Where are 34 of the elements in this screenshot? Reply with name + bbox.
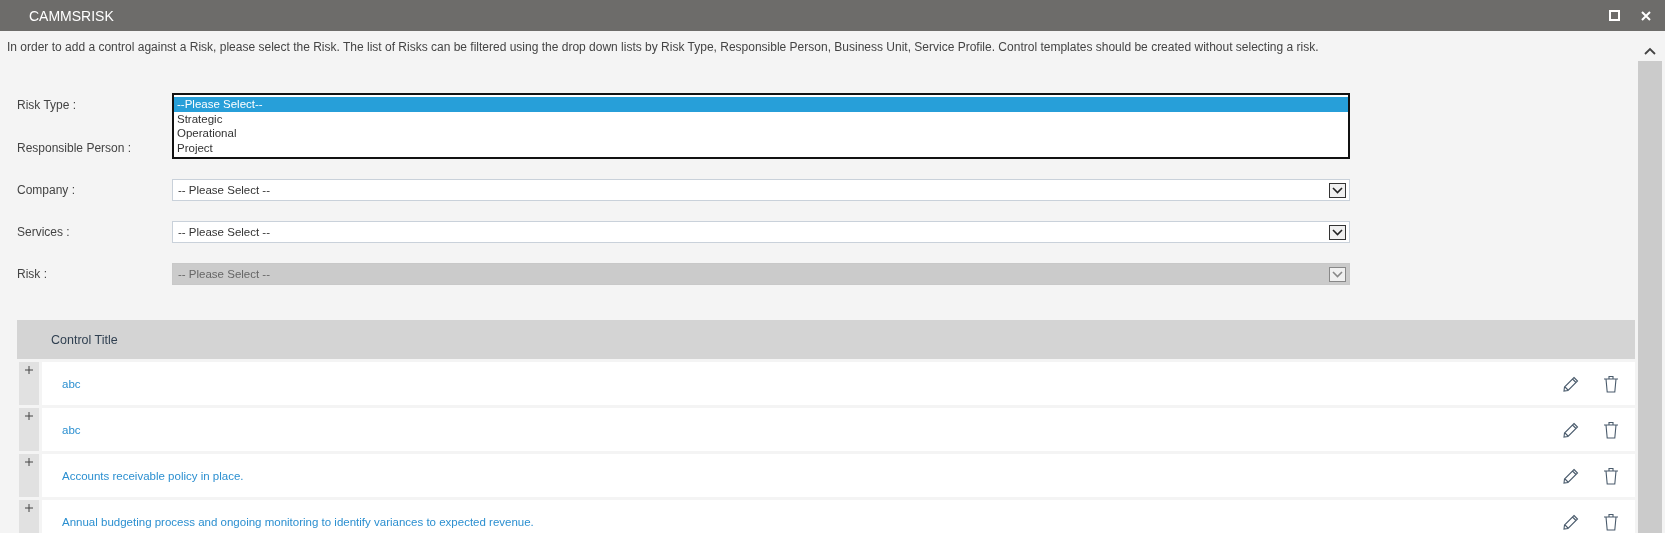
plus-icon (25, 458, 33, 466)
field-label: Company : (17, 183, 77, 197)
control-title-link[interactable]: Accounts receivable policy in place. (62, 469, 1539, 482)
field-label: Risk : (17, 267, 48, 281)
edit-pencil-icon[interactable] (1563, 513, 1579, 530)
plus-icon (25, 504, 33, 512)
field-label: Services : (17, 225, 71, 239)
dropdown-select[interactable]: -- Please Select -- (172, 221, 1350, 243)
window-title: CAMMSRISK (29, 7, 115, 24)
list-option[interactable]: Operational (174, 126, 1348, 141)
edit-pencil-icon[interactable] (1563, 421, 1579, 438)
risk-type-listbox[interactable]: --Please Select-- Strategic Operational Project (172, 93, 1350, 159)
control-title-link[interactable]: Annual budgeting process and ongoing monitoring to identify variances to expected revenue. (62, 515, 1539, 528)
plus-icon (25, 412, 33, 420)
maximize-button[interactable] (1607, 8, 1621, 23)
trash-icon[interactable] (1603, 374, 1619, 393)
trash-icon[interactable] (1603, 466, 1619, 485)
close-button[interactable] (1639, 8, 1653, 23)
edit-pencil-icon[interactable] (1563, 467, 1579, 484)
field-label: Responsible Person : (17, 140, 133, 155)
plus-icon (25, 366, 33, 374)
field-label: Risk Type : (17, 97, 78, 112)
chevron-up-icon (1644, 47, 1656, 55)
column-header: Control Title (51, 332, 118, 347)
dropdown-select[interactable]: -- Please Select -- (172, 179, 1350, 201)
trash-icon[interactable] (1603, 512, 1619, 531)
control-title-link[interactable]: abc (62, 377, 1539, 390)
instruction-text: In order to add a control against a Risk, please select the Risk. The list of Risks can be filtered using the drop down lists by Risk Type, Responsible Person, Business Unit, Service Profile. Control templates should be created without selecting a risk. (6, 39, 1320, 54)
control-title-link[interactable]: abc (62, 423, 1539, 436)
list-option[interactable]: Project (174, 140, 1348, 155)
scrollbar-track[interactable] (1638, 61, 1662, 533)
edit-pencil-icon[interactable] (1563, 375, 1579, 392)
trash-icon[interactable] (1603, 420, 1619, 439)
list-option[interactable]: Strategic (174, 111, 1348, 126)
